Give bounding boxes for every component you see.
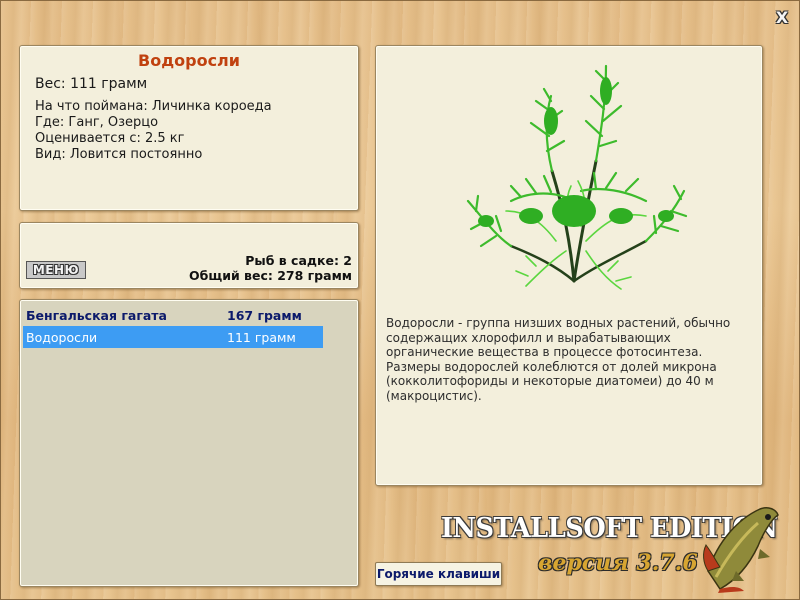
- catch-name: Бенгальская гагата: [26, 307, 167, 323]
- catch-weight: 167 грамм: [227, 307, 302, 323]
- fish-weight: Вес: 111 грамм: [35, 76, 148, 92]
- close-icon[interactable]: X: [773, 9, 791, 27]
- fish-bait: На что поймана: Личинка короеда: [35, 99, 272, 114]
- fish-details: На что поймана: Личинка короеда Где: Ган…: [35, 99, 358, 163]
- net-status-panel: МЕНЮ Рыб в садке: 2 Общий вес: 278 грамм: [19, 222, 359, 289]
- fish-location: Где: Ганг, Озерцо: [35, 115, 159, 130]
- total-weight: Общий вес: 278 грамм: [189, 268, 352, 283]
- fish-price: Оценивается с: 2.5 кг: [35, 131, 185, 146]
- description-text: Водоросли - группа низших водных растени…: [386, 316, 731, 403]
- description-panel: Водоросли - группа низших водных растени…: [375, 45, 763, 486]
- version-label: версия 3.7.6: [538, 550, 698, 576]
- fish-in-net-count: Рыб в садке: 2: [245, 253, 352, 268]
- catch-weight: 111 грамм: [227, 329, 296, 345]
- hotkeys-button[interactable]: Горячие клавиши: [375, 562, 502, 586]
- catch-name: Водоросли: [26, 329, 98, 345]
- fish-frequency: Вид: Ловится постоянно: [35, 147, 203, 162]
- menu-button[interactable]: МЕНЮ: [26, 261, 86, 279]
- fish-title: Водоросли: [138, 51, 240, 70]
- list-item-selected[interactable]: Водоросли 111 грамм: [23, 326, 323, 348]
- pike-fish-logo: [698, 501, 784, 593]
- net-status: Рыб в садке: 2 Общий вес: 278 грамм: [189, 253, 352, 283]
- fish-info-panel: Водоросли Вес: 111 грамм На что поймана:…: [19, 45, 359, 211]
- seaweed-image: [456, 51, 696, 296]
- catch-list[interactable]: Бенгальская гагата 167 грамм Водоросли 1…: [19, 299, 359, 587]
- list-item[interactable]: Бенгальская гагата 167 грамм: [23, 304, 323, 326]
